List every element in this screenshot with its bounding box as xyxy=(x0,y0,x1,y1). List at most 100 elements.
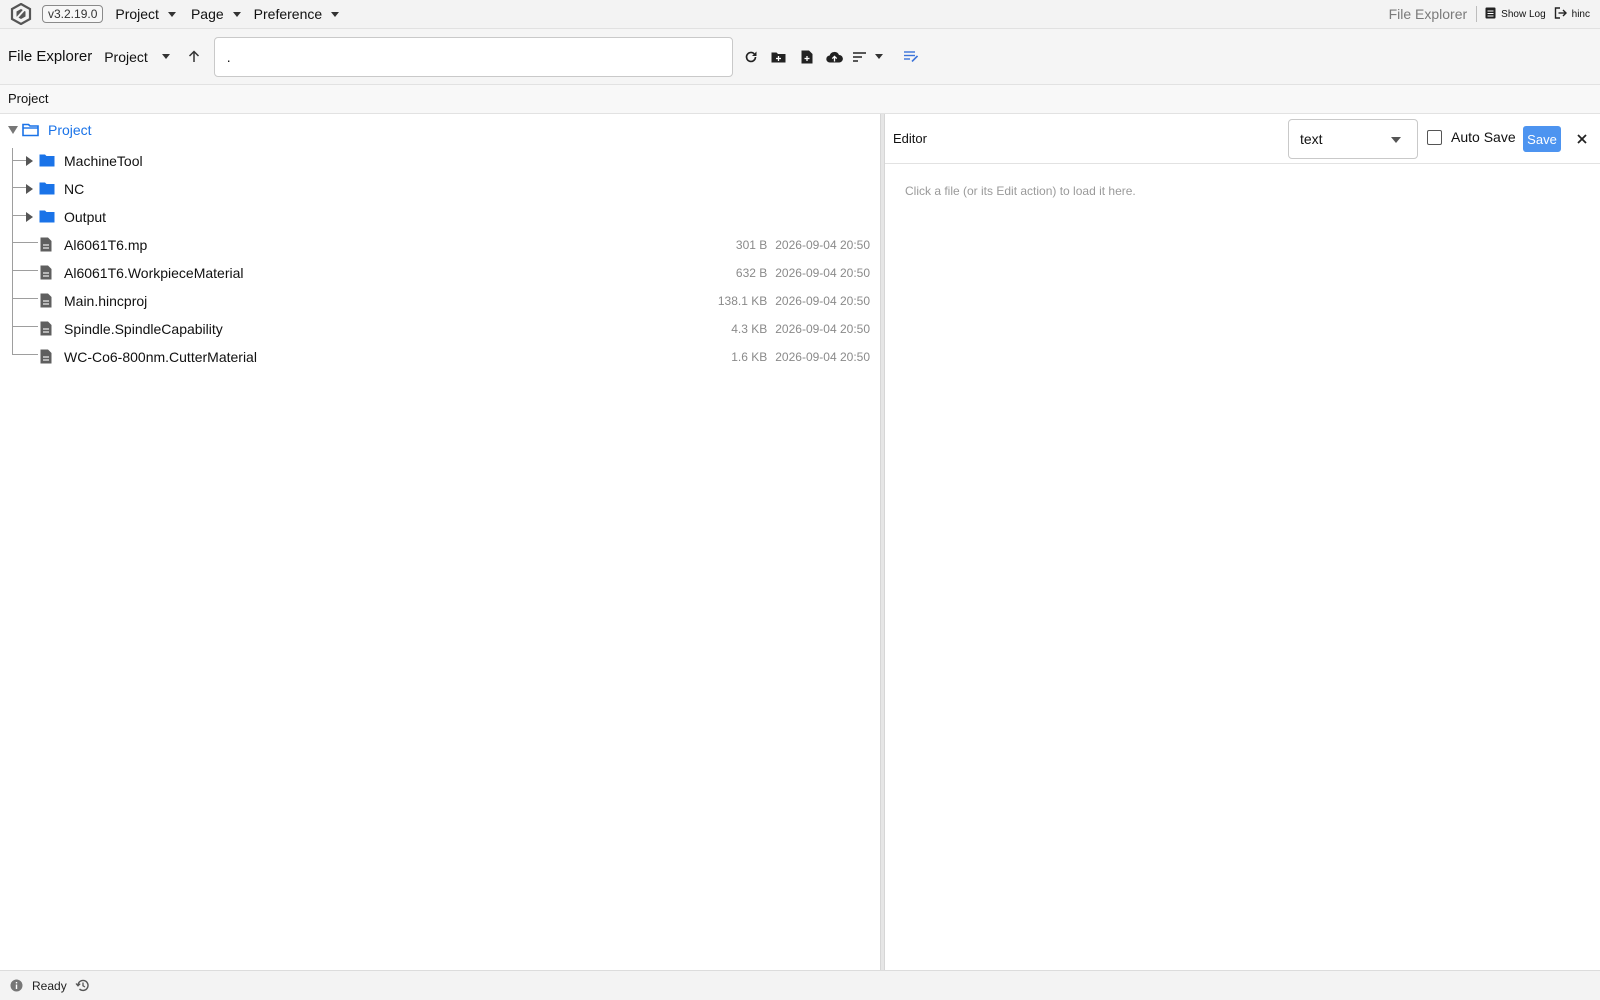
chevron-down-icon xyxy=(232,12,241,17)
file-explorer-toolbar: File Explorer Project xyxy=(0,29,1600,85)
chevron-down-icon xyxy=(167,12,176,17)
file-icon xyxy=(40,321,52,339)
tree-folder-output[interactable]: Output xyxy=(0,203,880,231)
tree-folder-nc[interactable]: NC xyxy=(0,175,880,203)
status-bar: Ready xyxy=(0,970,1600,1000)
menu-preference-label: Preference xyxy=(253,6,323,22)
save-button[interactable]: Save xyxy=(1523,126,1561,152)
folder-name: Output xyxy=(64,209,107,225)
editor-title: Editor xyxy=(893,131,927,146)
file-size: 632 B xyxy=(735,266,768,280)
menu-page[interactable]: Page xyxy=(191,6,241,22)
logout-icon xyxy=(1554,6,1572,22)
file-modified: 2026-09-04 20:50 xyxy=(775,266,870,280)
file-icon xyxy=(40,293,52,311)
file-name: Main.hincproj xyxy=(64,293,148,309)
status-text: Ready xyxy=(32,978,67,993)
user-label: hinc xyxy=(1571,8,1590,20)
menu-project-label: Project xyxy=(115,6,159,22)
up-arrow-icon xyxy=(188,50,199,62)
sort-dropdown[interactable] xyxy=(871,43,887,71)
path-input[interactable] xyxy=(213,36,733,77)
file-modified: 2026-09-04 20:50 xyxy=(775,350,870,364)
file-icon xyxy=(40,237,52,255)
file-meta: 4.3 KB 2026-09-04 20:50 xyxy=(723,322,870,336)
tree-root[interactable]: Project xyxy=(0,116,880,144)
wrap-toggle-button[interactable] xyxy=(897,43,925,71)
version-badge: v3.2.19.0 xyxy=(42,5,104,23)
chevron-down-icon xyxy=(874,54,883,59)
menu-page-label: Page xyxy=(190,6,224,22)
file-name: Al6061T6.WorkpieceMaterial xyxy=(64,265,244,281)
menubar-right: File Explorer Show Log hinc xyxy=(1389,0,1590,28)
show-log-button[interactable]: Show Log xyxy=(1485,7,1546,22)
folder-icon xyxy=(39,154,55,170)
wrap-icon xyxy=(903,51,918,62)
expand-icon[interactable] xyxy=(26,184,33,194)
menu-project[interactable]: Project xyxy=(115,6,176,22)
tree-file[interactable]: Main.hincproj 138.1 KB 2026-09-04 20:50 xyxy=(0,287,880,315)
file-name: WC-Co6-800nm.CutterMaterial xyxy=(64,349,257,365)
folder-open-icon xyxy=(22,123,39,140)
file-size: 138.1 KB xyxy=(717,294,768,308)
file-meta: 138.1 KB 2026-09-04 20:50 xyxy=(710,294,870,308)
editor-mode-select[interactable]: text xyxy=(1288,119,1418,159)
autosave-checkbox[interactable] xyxy=(1427,129,1442,145)
logout-button[interactable]: hinc xyxy=(1554,6,1590,22)
close-icon xyxy=(1577,134,1587,144)
menu-preference[interactable]: Preference xyxy=(253,6,340,22)
folder-name: MachineTool xyxy=(64,153,143,169)
file-modified: 2026-09-04 20:50 xyxy=(775,322,870,336)
file-name: Al6061T6.mp xyxy=(64,237,148,253)
tree-file[interactable]: WC-Co6-800nm.CutterMaterial 1.6 KB 2026-0… xyxy=(0,343,880,371)
file-icon xyxy=(40,349,52,367)
toolbar-title: File Explorer xyxy=(8,48,93,65)
new-file-icon xyxy=(801,50,813,63)
go-up-button[interactable] xyxy=(180,43,208,71)
folder-name: NC xyxy=(64,181,85,197)
file-name: Spindle.SpindleCapability xyxy=(64,321,223,337)
close-editor-button[interactable] xyxy=(1571,128,1593,150)
refresh-button[interactable] xyxy=(737,43,765,71)
new-folder-button[interactable] xyxy=(765,43,793,71)
collapse-icon[interactable] xyxy=(8,126,18,134)
autosave-toggle[interactable]: Auto Save xyxy=(1427,129,1516,145)
upload-button[interactable] xyxy=(821,43,849,71)
file-meta: 1.6 KB 2026-09-04 20:50 xyxy=(723,350,870,364)
expand-icon[interactable] xyxy=(26,156,33,166)
refresh-icon xyxy=(745,51,757,62)
file-modified: 2026-09-04 20:50 xyxy=(775,294,870,308)
new-file-button[interactable] xyxy=(793,43,821,71)
upload-icon xyxy=(826,51,844,63)
editor-header: Editor text Auto Save Save xyxy=(885,114,1600,164)
show-log-label: Show Log xyxy=(1501,8,1546,20)
autosave-label: Auto Save xyxy=(1451,129,1516,145)
folder-icon xyxy=(39,182,55,198)
editor-mode-value: text xyxy=(1300,131,1323,147)
file-size: 4.3 KB xyxy=(731,322,768,336)
log-icon xyxy=(1485,7,1501,22)
file-meta: 301 B 2026-09-04 20:50 xyxy=(728,238,870,252)
root-select[interactable]: Project xyxy=(104,49,170,65)
tree-file[interactable]: Spindle.SpindleCapability 4.3 KB 2026-09-… xyxy=(0,315,880,343)
tree-file[interactable]: Al6061T6.mp 301 B 2026-09-04 20:50 xyxy=(0,231,880,259)
sort-button[interactable] xyxy=(849,43,871,71)
editor-pane: Editor text Auto Save Save Click a file … xyxy=(885,114,1600,970)
sort-icon xyxy=(853,51,867,62)
expand-icon[interactable] xyxy=(26,212,33,222)
tree-folder-machinetool[interactable]: MachineTool xyxy=(0,147,880,175)
current-page-label: File Explorer xyxy=(1389,6,1478,22)
file-icon xyxy=(40,265,52,283)
history-icon[interactable] xyxy=(75,979,89,992)
file-size: 301 B xyxy=(735,238,768,252)
file-modified: 2026-09-04 20:50 xyxy=(775,238,870,252)
folder-icon xyxy=(39,210,55,226)
new-folder-icon xyxy=(771,52,786,62)
app-logo-icon xyxy=(9,2,33,26)
chevron-down-icon xyxy=(161,54,170,59)
file-tree: Project MachineTool NC Output Al6061T6.m… xyxy=(0,114,880,970)
info-icon xyxy=(10,979,23,992)
file-meta: 632 B 2026-09-04 20:50 xyxy=(728,266,870,280)
menu-bar: v3.2.19.0 Project Page Preference File E… xyxy=(0,0,1600,29)
tree-file[interactable]: Al6061T6.WorkpieceMaterial 632 B 2026-09-… xyxy=(0,259,880,287)
